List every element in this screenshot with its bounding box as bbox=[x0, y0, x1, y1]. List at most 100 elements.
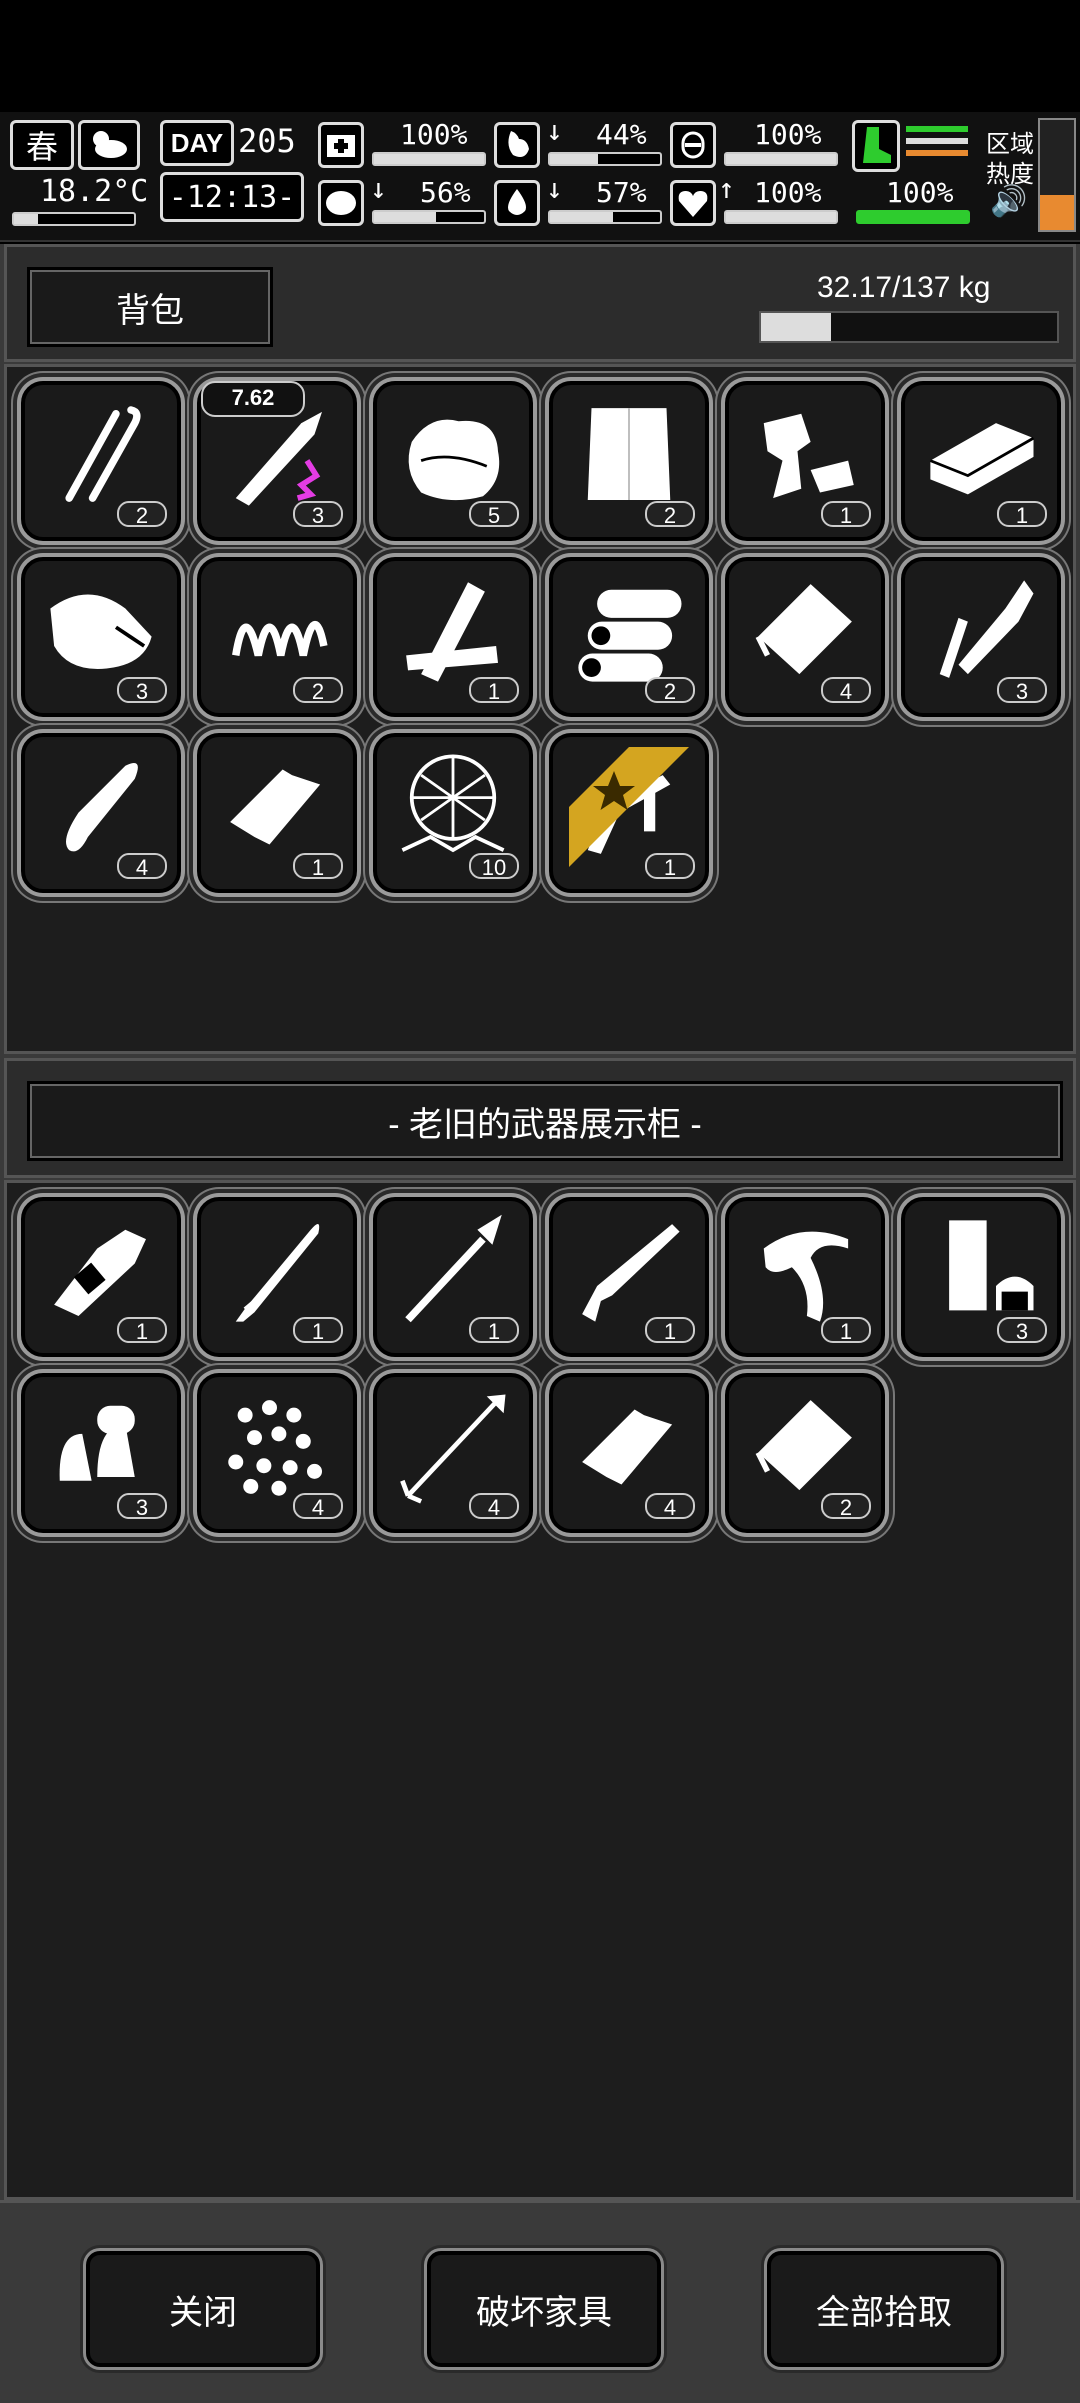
item-count: 10 bbox=[469, 853, 519, 880]
favorite-star-icon bbox=[569, 747, 689, 867]
logs-icon bbox=[578, 589, 682, 682]
item-count: 2 bbox=[645, 677, 695, 704]
hud-bar: 春 18.2°C DAY 205 -12:13- 100% ↓ 56% ↓ 44… bbox=[0, 112, 1080, 242]
heart-value: 100% bbox=[754, 176, 822, 209]
backpack-slot[interactable]: 2 bbox=[21, 381, 181, 541]
close-button[interactable]: 关闭 bbox=[86, 2251, 320, 2367]
sleep-icon bbox=[670, 122, 716, 168]
stomach-bar bbox=[548, 152, 662, 166]
container-slot[interactable]: 4 bbox=[373, 1373, 533, 1533]
backpack-slot[interactable]: 2 bbox=[197, 557, 357, 717]
katana-icon bbox=[235, 1224, 320, 1322]
spring-icon bbox=[232, 620, 328, 657]
spear-icon bbox=[405, 1214, 502, 1323]
item-count: 4 bbox=[645, 1493, 695, 1520]
item-count: 4 bbox=[821, 677, 871, 704]
fatigue-value: 100% bbox=[754, 118, 822, 151]
zone-heat-gauge bbox=[1038, 118, 1076, 232]
container-header: - 老旧的武器展示柜 - bbox=[4, 1058, 1076, 1178]
take-all-button[interactable]: 全部拾取 bbox=[767, 2251, 1001, 2367]
item-count: 1 bbox=[821, 501, 871, 528]
item-count: 3 bbox=[293, 501, 343, 528]
item-count: 4 bbox=[117, 853, 167, 880]
speaker-icon[interactable]: 🔊 bbox=[990, 184, 1027, 219]
day-number: 205 bbox=[238, 122, 296, 160]
heart-bar bbox=[724, 210, 838, 224]
destroy-furniture-button[interactable]: 破坏家具 bbox=[427, 2251, 661, 2367]
backpack-slot[interactable]: 3 bbox=[21, 557, 181, 717]
stamina-stripes bbox=[906, 126, 968, 166]
brain-value: 56% bbox=[420, 176, 471, 209]
brain-icon bbox=[318, 180, 364, 226]
container-slot[interactable]: 3 bbox=[901, 1197, 1061, 1357]
container-slot[interactable]: 1 bbox=[549, 1197, 709, 1357]
bag-icon bbox=[50, 594, 152, 669]
can-icon bbox=[230, 769, 321, 845]
backpack-slot[interactable]: 5 bbox=[373, 381, 533, 541]
item-count: 4 bbox=[469, 1493, 519, 1520]
stomach-down-arrow: ↓ bbox=[546, 114, 563, 147]
backpack-header: 背包 32.17/137 kg bbox=[4, 244, 1076, 362]
water-value: 57% bbox=[596, 176, 647, 209]
item-count: 3 bbox=[117, 677, 167, 704]
backpack-slot[interactable]: 1 bbox=[549, 733, 709, 893]
planks-icon bbox=[406, 582, 498, 682]
can-icon bbox=[582, 1409, 673, 1485]
net-icon bbox=[401, 754, 505, 853]
hook-blade-icon bbox=[763, 1231, 849, 1322]
knife-sheath-icon bbox=[54, 1229, 146, 1316]
item-count: 2 bbox=[117, 501, 167, 528]
item-count: 4 bbox=[293, 1493, 343, 1520]
stomach-value: 44% bbox=[596, 118, 647, 151]
water-bar bbox=[548, 210, 662, 224]
backpack-slot[interactable]: 3 bbox=[901, 557, 1061, 717]
stomach-icon bbox=[494, 122, 540, 168]
item-count: 2 bbox=[821, 1493, 871, 1520]
backpack-slot[interactable]: 2 bbox=[549, 557, 709, 717]
backpack-slot[interactable]: 10 bbox=[373, 733, 533, 893]
backpack-slot[interactable]: 2 bbox=[549, 381, 709, 541]
backpack-slot[interactable]: 4 bbox=[21, 733, 181, 893]
health-bar bbox=[372, 152, 486, 166]
weight-bar bbox=[759, 311, 1059, 343]
item-count: 1 bbox=[997, 501, 1047, 528]
item-count: 3 bbox=[997, 677, 1047, 704]
stamina-value: 100% bbox=[886, 176, 954, 209]
metal-bar-icon bbox=[929, 423, 1035, 495]
container-slot[interactable]: 4 bbox=[549, 1373, 709, 1533]
packet-icon bbox=[755, 584, 852, 675]
backpack-slot[interactable]: 4 bbox=[725, 557, 885, 717]
backpack-title: 背包 bbox=[27, 267, 273, 347]
container-slot[interactable]: 1 bbox=[373, 1197, 533, 1357]
temperature-value: 18.2°C bbox=[40, 174, 149, 209]
paper-icon bbox=[587, 408, 671, 500]
item-count: 3 bbox=[997, 1317, 1047, 1344]
brain-bar bbox=[372, 210, 486, 224]
container-slot[interactable]: 2 bbox=[725, 1373, 885, 1533]
weight-text: 32.17/137 kg bbox=[817, 271, 991, 304]
container-slot[interactable]: 1 bbox=[21, 1197, 181, 1357]
clock: -12:13- bbox=[160, 172, 304, 222]
container-slot[interactable]: 1 bbox=[725, 1197, 885, 1357]
backpack-slot[interactable]: 1 bbox=[901, 381, 1061, 541]
arrow-icon bbox=[400, 1394, 506, 1504]
item-count: 2 bbox=[293, 677, 343, 704]
heart-icon bbox=[670, 180, 716, 226]
item-count: 1 bbox=[645, 1317, 695, 1344]
container-slot[interactable]: 1 bbox=[197, 1197, 357, 1357]
status-bar-top bbox=[0, 0, 1080, 112]
action-bar: 关闭 破坏家具 全部拾取 bbox=[0, 2200, 1080, 2403]
backpack-slot[interactable]: 1 bbox=[373, 557, 533, 717]
backpack-slot[interactable]: 1 bbox=[197, 733, 357, 893]
backpack-slot[interactable]: 1 bbox=[725, 381, 885, 541]
container-slot[interactable]: 3 bbox=[21, 1373, 181, 1533]
caliber-label: 7.62 bbox=[201, 381, 305, 417]
shells-icon bbox=[949, 1220, 1034, 1311]
container-slot[interactable]: 4 bbox=[197, 1373, 357, 1533]
shotgun-icon bbox=[582, 1224, 680, 1322]
backpack-slot[interactable]: 3 7.62 bbox=[197, 381, 357, 541]
fatigue-bar bbox=[724, 152, 838, 166]
container-title: - 老旧的武器展示柜 - bbox=[27, 1081, 1063, 1161]
weather-icon bbox=[78, 120, 140, 170]
item-count: 1 bbox=[821, 1317, 871, 1344]
